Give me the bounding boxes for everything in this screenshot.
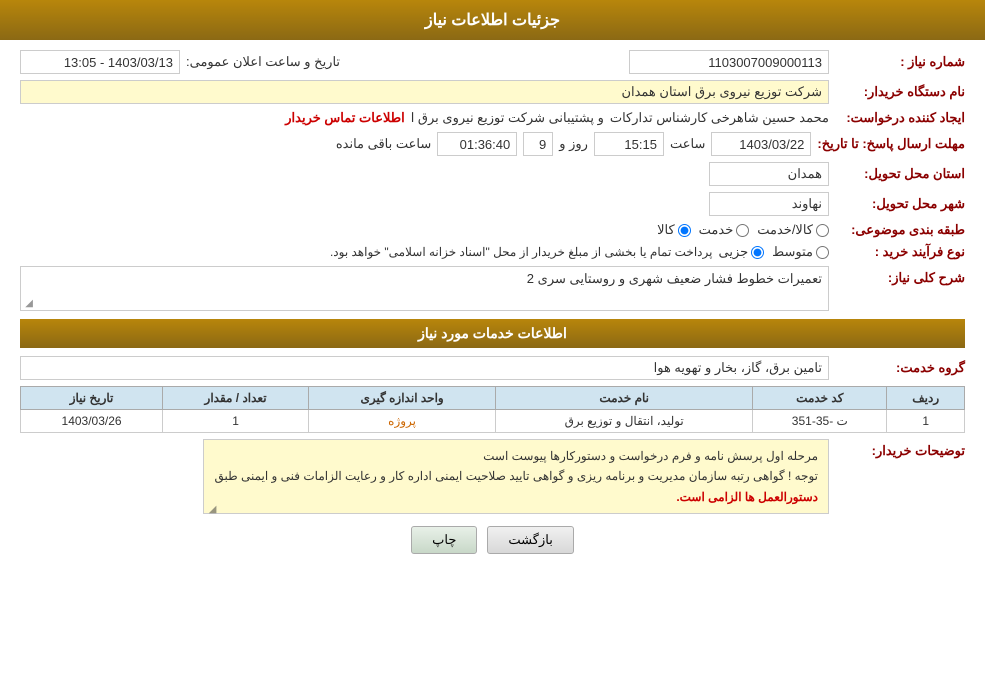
radio-khadamat[interactable]: [736, 224, 749, 237]
row-buyer-org: نام دستگاه خریدار: شرکت توزیع نیروی برق …: [20, 80, 965, 104]
col-header-date: تاریخ نیاز: [21, 387, 163, 410]
radio-motavasset[interactable]: [816, 246, 829, 259]
purchase-radio-group: متوسط جزیی: [718, 244, 829, 260]
category-label: طبقه بندی موضوعی:: [835, 222, 965, 238]
button-row: بازگشت چاپ: [20, 526, 965, 554]
row-purchase-type: نوع فرآیند خرید : متوسط جزیی پرداخت تمام…: [20, 244, 965, 260]
row-deadline: مهلت ارسال پاسخ: تا تاریخ: 1403/03/22 سا…: [20, 132, 965, 156]
category-option-kala-khadamat: کالا/خدمت: [757, 222, 829, 238]
services-table-container: ردیف کد خدمت نام خدمت واحد اندازه گیری ت…: [20, 386, 965, 433]
content-area: شماره نیاز : 1103007009000113 تاریخ و سا…: [0, 40, 985, 576]
resize-handle-need[interactable]: ◢: [23, 298, 33, 308]
requester-value: محمد حسین شاهرخی کارشناس تدارکات: [610, 110, 829, 126]
notes-line1: مرحله اول پرسش نامه و فرم درخواست و دستو…: [214, 446, 818, 466]
buyer-org-label: نام دستگاه خریدار:: [835, 84, 965, 100]
page-wrapper: جزئیات اطلاعات نیاز شماره نیاز : 1103007…: [0, 0, 985, 691]
row-service-group: گروه خدمت: تامین برق، گاز، بخار و تهویه …: [20, 356, 965, 380]
deadline-remaining: 01:36:40: [437, 132, 517, 156]
table-cell-date: 1403/03/26: [21, 410, 163, 433]
buyer-org-value: شرکت توزیع نیروی برق استان همدان: [20, 80, 829, 104]
notes-box: مرحله اول پرسش نامه و فرم درخواست و دستو…: [203, 439, 829, 514]
deadline-date: 1403/03/22: [711, 132, 811, 156]
purchase-option-jozyi: جزیی: [718, 244, 764, 260]
city-value: نهاوند: [709, 192, 829, 216]
need-number-value: 1103007009000113: [629, 50, 829, 74]
purchase-option-motavasset: متوسط: [772, 244, 829, 260]
need-number-label: شماره نیاز :: [835, 54, 965, 70]
row-notes: توضیحات خریدار: مرحله اول پرسش نامه و فر…: [20, 439, 965, 514]
table-cell-unit: پروژه: [309, 410, 496, 433]
table-cell-code: ت -35-351: [753, 410, 887, 433]
deadline-time: 15:15: [594, 132, 664, 156]
need-desc-label: شرح کلی نیاز:: [835, 266, 965, 286]
deadline-remaining-label: ساعت باقی مانده: [336, 136, 431, 152]
page-header: جزئیات اطلاعات نیاز: [0, 0, 985, 40]
table-row: 1ت -35-351تولید، انتقال و توزیع برقپروژه…: [21, 410, 965, 433]
deadline-label: مهلت ارسال پاسخ: تا تاریخ:: [817, 136, 965, 152]
services-section-header: اطلاعات خدمات مورد نیاز: [20, 319, 965, 348]
back-button[interactable]: بازگشت: [487, 526, 573, 554]
col-header-name: نام خدمت: [496, 387, 753, 410]
col-header-row: ردیف: [887, 387, 965, 410]
table-header-row: ردیف کد خدمت نام خدمت واحد اندازه گیری ت…: [21, 387, 965, 410]
announce-value: 1403/03/13 - 13:05: [20, 50, 180, 74]
resize-handle-notes[interactable]: ◢: [206, 501, 216, 511]
category-option-khadamat: خدمت: [699, 222, 750, 238]
radio-kala-khadamat[interactable]: [816, 224, 829, 237]
deadline-days: 9: [523, 132, 553, 156]
deadline-time-label: ساعت: [670, 136, 705, 152]
requester-label: ایجاد کننده درخواست:: [835, 110, 965, 126]
radio-kala[interactable]: [678, 224, 691, 237]
need-desc-box: تعمیرات خطوط فشار ضعیف شهری و روستایی سر…: [20, 266, 829, 311]
purchase-suffix: پرداخت تمام یا بخشی از مبلغ خریدار از مح…: [330, 245, 713, 259]
province-value: همدان: [709, 162, 829, 186]
table-cell-qty: 1: [163, 410, 309, 433]
category-option-kala: کالا: [657, 222, 691, 238]
purchase-type-label: نوع فرآیند خرید :: [835, 244, 965, 260]
row-requester: ایجاد کننده درخواست: محمد حسین شاهرخی کا…: [20, 110, 965, 126]
table-cell-row: 1: [887, 410, 965, 433]
col-header-code: کد خدمت: [753, 387, 887, 410]
service-group-label: گروه خدمت:: [835, 360, 965, 376]
row-province: استان محل تحویل: همدان: [20, 162, 965, 186]
need-desc-value: تعمیرات خطوط فشار ضعیف شهری و روستایی سر…: [527, 271, 822, 287]
table-cell-name: تولید، انتقال و توزیع برق: [496, 410, 753, 433]
row-need-number: شماره نیاز : 1103007009000113 تاریخ و سا…: [20, 50, 965, 74]
notes-line3: دستورالعمل ها الزامی است.: [214, 487, 818, 507]
col-header-unit: واحد اندازه گیری: [309, 387, 496, 410]
page-title: جزئیات اطلاعات نیاز: [425, 12, 560, 29]
row-need-desc: شرح کلی نیاز: تعمیرات خطوط فشار ضعیف شهر…: [20, 266, 965, 311]
services-table: ردیف کد خدمت نام خدمت واحد اندازه گیری ت…: [20, 386, 965, 433]
row-category: طبقه بندی موضوعی: کالا/خدمت خدمت کالا: [20, 222, 965, 238]
col-header-qty: تعداد / مقدار: [163, 387, 309, 410]
notes-line2: توجه ! گواهی رتبه سازمان مدیریت و برنامه…: [214, 466, 818, 486]
province-label: استان محل تحویل:: [835, 166, 965, 182]
radio-jozyi[interactable]: [751, 246, 764, 259]
row-city: شهر محل تحویل: نهاوند: [20, 192, 965, 216]
city-label: شهر محل تحویل:: [835, 196, 965, 212]
category-radio-group: کالا/خدمت خدمت کالا: [657, 222, 829, 238]
contact-link[interactable]: اطلاعات تماس خریدار: [285, 110, 404, 126]
deadline-days-label: روز و: [559, 136, 588, 152]
requester-suffix: و پشتیبانی شرکت توزیع نیروی برق ا: [411, 110, 604, 126]
notes-label: توضیحات خریدار:: [835, 439, 965, 459]
service-group-value: تامین برق، گاز، بخار و تهویه هوا: [20, 356, 829, 380]
print-button[interactable]: چاپ: [411, 526, 477, 554]
announce-label: تاریخ و ساعت اعلان عمومی:: [186, 54, 340, 70]
